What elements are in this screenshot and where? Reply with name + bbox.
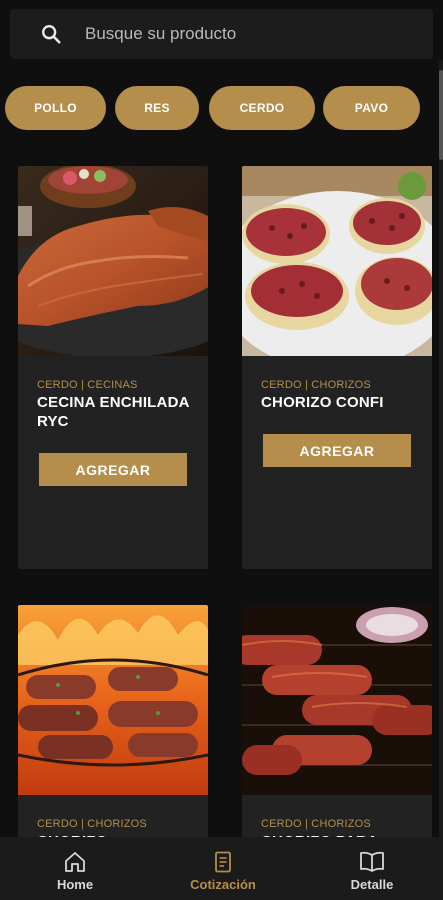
product-card[interactable]: CERDO | CHORIZOS CHORIZO PARA: [242, 605, 432, 845]
nav-detail[interactable]: Detalle: [337, 837, 407, 900]
product-name: CHORIZO CONFI: [261, 394, 384, 411]
scrollbar[interactable]: [439, 60, 443, 840]
category-chip-pollo[interactable]: POLLO: [5, 86, 106, 130]
add-button[interactable]: AGREGAR: [39, 453, 187, 486]
product-card[interactable]: CERDO | CECINAS CECINA ENCHILADA RYC AGR…: [18, 166, 208, 569]
product-image[interactable]: [18, 605, 208, 795]
category-chip-pavo[interactable]: PAVO: [323, 86, 420, 130]
add-button[interactable]: AGREGAR: [263, 434, 411, 467]
product-image[interactable]: [18, 166, 208, 356]
scrollbar-thumb[interactable]: [439, 70, 443, 160]
category-chip-res[interactable]: RES: [115, 86, 199, 130]
search-icon: [42, 25, 61, 44]
product-image[interactable]: [242, 166, 432, 356]
product-category: CERDO | CHORIZOS: [37, 818, 147, 830]
product-category: CERDO | CECINAS: [37, 379, 138, 391]
product-category: CERDO | CHORIZOS: [261, 818, 371, 830]
bottom-nav: Home Cotización Detalle: [0, 837, 443, 900]
search-bar[interactable]: [10, 9, 433, 59]
category-chip-cerdo[interactable]: CERDO: [209, 86, 315, 130]
home-icon: [65, 852, 85, 872]
product-card[interactable]: CERDO | CHORIZOS CHORIZO: [18, 605, 208, 845]
product-name: CECINA ENCHILADA RYC: [37, 394, 190, 430]
nav-detail-label: Detalle: [350, 877, 394, 892]
nav-quote[interactable]: Cotización: [183, 837, 263, 900]
book-icon: [360, 851, 384, 872]
nav-home-label: Home: [56, 877, 94, 892]
product-category: CERDO | CHORIZOS: [261, 379, 371, 391]
document-icon: [215, 851, 231, 873]
product-card[interactable]: CERDO | CHORIZOS CHORIZO CONFI AGREGAR: [242, 166, 432, 569]
product-image[interactable]: [242, 605, 432, 795]
nav-quote-label: Cotización: [190, 877, 256, 892]
nav-home[interactable]: Home: [45, 837, 105, 900]
search-input[interactable]: [74, 9, 414, 59]
